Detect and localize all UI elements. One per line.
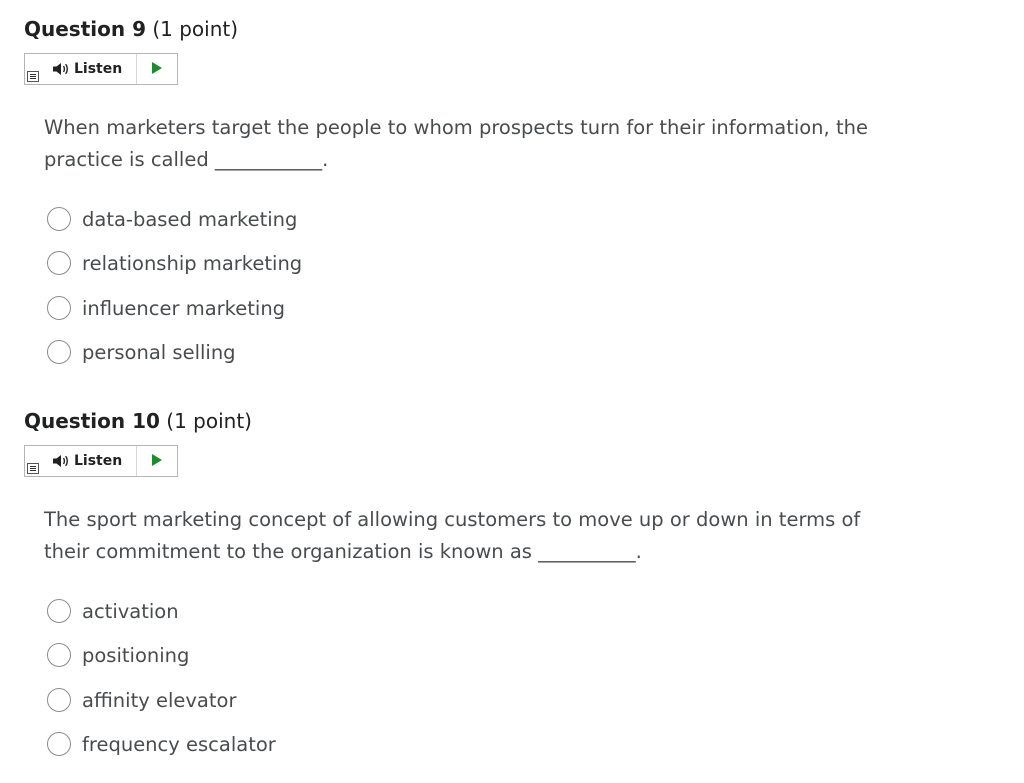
listen-button[interactable]: Listen: [43, 446, 137, 476]
choice-label: activation: [82, 599, 179, 623]
listen-button[interactable]: Listen: [43, 54, 137, 84]
question-text: When marketers target the people to whom…: [44, 116, 868, 171]
question-text: The sport marketing concept of allowing …: [44, 508, 861, 563]
play-icon: [151, 60, 163, 79]
choice-label: frequency escalator: [82, 732, 276, 756]
choice-positioning[interactable]: positioning: [47, 641, 189, 669]
radio-button[interactable]: [47, 688, 71, 712]
choice-personal-selling[interactable]: personal selling: [47, 338, 236, 366]
choice-label: personal selling: [82, 340, 236, 364]
choice-label: influencer marketing: [82, 296, 286, 320]
choice-label: relationship marketing: [82, 251, 303, 275]
choice-label: data-based marketing: [82, 207, 298, 231]
radio-button[interactable]: [47, 296, 71, 320]
question-points: (1 point): [152, 17, 239, 41]
menu-icon[interactable]: [27, 71, 39, 82]
radio-button[interactable]: [47, 251, 71, 275]
question-heading: Question 10 (1 point): [24, 408, 252, 434]
listen-widget: Listen: [24, 445, 178, 477]
speaker-icon: [52, 454, 70, 468]
choice-label: affinity elevator: [82, 688, 237, 712]
radio-button[interactable]: [47, 207, 71, 231]
speaker-icon: [52, 62, 70, 76]
radio-button[interactable]: [47, 340, 71, 364]
play-icon: [151, 452, 163, 471]
question-number: Question 9: [24, 17, 146, 41]
choice-frequency-escalator[interactable]: frequency escalator: [47, 730, 276, 758]
play-button[interactable]: [136, 54, 177, 84]
choice-label: positioning: [82, 643, 190, 667]
radio-button[interactable]: [47, 643, 71, 667]
listen-label: Listen: [74, 453, 123, 469]
play-button[interactable]: [136, 446, 177, 476]
listen-widget: Listen: [24, 53, 178, 85]
choice-data-based-marketing[interactable]: data-based marketing: [47, 205, 297, 233]
choice-relationship-marketing[interactable]: relationship marketing: [47, 249, 302, 277]
menu-icon[interactable]: [27, 463, 39, 474]
question-number: Question 10: [24, 409, 160, 433]
choice-influencer-marketing[interactable]: influencer marketing: [47, 294, 285, 322]
radio-button[interactable]: [47, 732, 71, 756]
listen-label: Listen: [74, 61, 123, 77]
question-points: (1 point): [166, 409, 252, 433]
choice-affinity-elevator[interactable]: affinity elevator: [47, 686, 236, 714]
radio-button[interactable]: [47, 599, 71, 623]
choice-activation[interactable]: activation: [47, 597, 179, 625]
question-heading: Question 9 (1 point): [24, 16, 238, 42]
